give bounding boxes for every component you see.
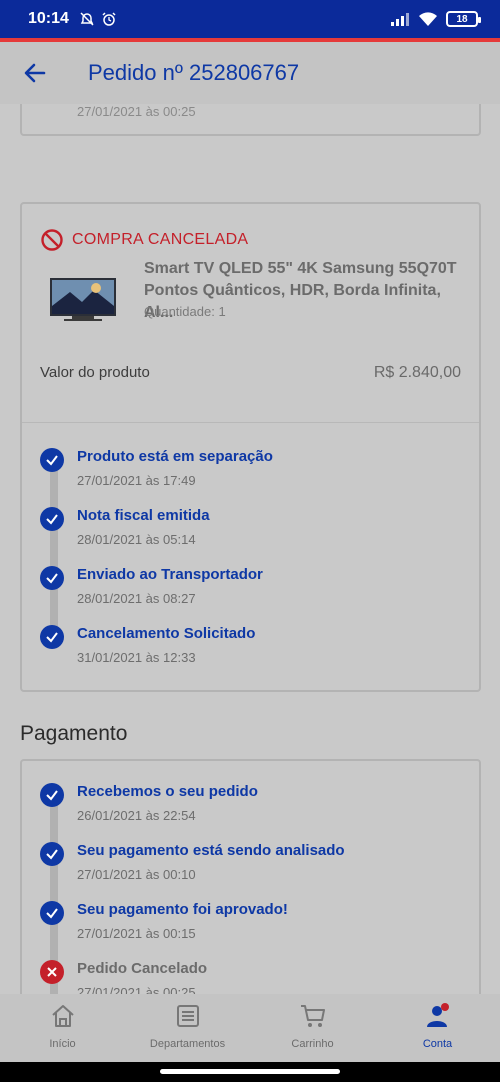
check-circle-icon [40,783,64,807]
product-image[interactable] [50,276,116,324]
previous-card: 27/01/2021 às 00:25 [20,104,481,136]
signal-icon [391,13,409,26]
step-date: 28/01/2021 às 08:27 [77,591,196,606]
product-name-line-1: Smart TV QLED 55" 4K Samsung 55Q70T [144,260,457,277]
cart-icon [300,1005,325,1027]
gesture-bar [0,1062,500,1082]
check-circle-icon [40,507,64,531]
step-title: Recebemos o seu pedido [77,783,258,800]
step-title: Enviado ao Transportador [77,566,263,583]
step-title: Seu pagamento foi aprovado! [77,901,288,918]
timeline-step: Produto está em separação 27/01/2021 às 1… [40,448,273,488]
step-title: Seu pagamento está sendo analisado [77,842,345,859]
alarm-off-icon [80,12,94,26]
step-date: 28/01/2021 às 05:14 [77,532,196,547]
nav-item-departamentos[interactable]: Departamentos [125,994,250,1062]
step-title: Pedido Cancelado [77,960,208,977]
check-circle-icon [40,842,64,866]
payment-card: Recebemos o seu pedido 26/01/2021 às 22:5… [20,759,481,994]
payment-timeline: Recebemos o seu pedido 26/01/2021 às 22:5… [40,783,469,994]
check-circle-icon [40,625,64,649]
home-icon [51,1005,74,1027]
nav-label: Departamentos [149,1038,226,1050]
step-title: Nota fiscal emitida [77,507,210,524]
nav-item-carrinho[interactable]: Carrinho [250,994,375,1062]
price-label: Valor do produto [40,364,150,381]
nav-label: Conta [422,1038,453,1050]
nav-label: Carrinho [291,1038,334,1050]
user-icon [426,1003,449,1027]
check-circle-icon [40,901,64,925]
cancel-circle-icon [41,229,63,251]
step-date: 27/01/2021 às 00:25 [77,985,196,994]
page-title: Pedido nº 252806767 [88,60,300,85]
previous-card-date: 27/01/2021 às 00:25 [77,104,196,119]
nav-item-conta[interactable]: Conta [375,994,500,1062]
home-indicator[interactable] [160,1069,340,1074]
bottom-nav: Início Departamentos Carrinho Conta [0,994,500,1062]
status-bar: 10:14 18 [0,0,500,38]
timeline-step: Seu pagamento foi aprovado! 27/01/2021 às… [40,901,288,941]
payment-section-title: Pagamento [20,722,128,745]
step-date: 27/01/2021 às 00:10 [77,867,196,882]
step-date: 27/01/2021 às 17:49 [77,473,196,488]
order-status-label: COMPRA CANCELADA [72,231,249,248]
status-time: 10:14 [28,10,69,27]
step-date: 27/01/2021 às 00:15 [77,926,196,941]
price-value: R$ 2.840,00 [373,364,461,381]
arrow-left-icon [24,63,46,83]
check-circle-icon [40,448,64,472]
list-icon [176,1005,199,1027]
nav-item-inicio[interactable]: Início [0,994,125,1062]
timeline-step: Pedido Cancelado 27/01/2021 às 00:25 [40,960,207,994]
alarm-clock-icon [102,12,116,26]
order-card: COMPRA CANCELADA Smart TV QLED 55" 4K Sa… [20,202,481,692]
check-circle-icon [40,566,64,590]
timeline-step: Nota fiscal emitida 28/01/2021 às 05:14 [40,507,210,547]
step-date: 31/01/2021 às 12:33 [77,650,196,665]
content-scroll[interactable]: 27/01/2021 às 00:25 COMPRA CANCELADA Sma… [0,104,500,994]
timeline-step: Recebemos o seu pedido 26/01/2021 às 22:5… [40,783,258,823]
step-title: Cancelamento Solicitado [77,625,256,642]
timeline-step: Cancelamento Solicitado 31/01/2021 às 12:… [40,625,255,665]
step-title: Produto está em separação [77,448,273,465]
timeline-step: Enviado ao Transportador 28/01/2021 às 08… [40,566,263,606]
product-quantity: Quantidade: 1 [144,304,226,319]
timeline-step: Seu pagamento está sendo analisado 27/01/… [40,842,345,882]
battery-indicator: 18 [446,11,481,27]
order-status: COMPRA CANCELADA [40,228,248,252]
order-timeline: Produto está em separação 27/01/2021 às 1… [40,448,469,678]
nav-label: Início [49,1038,76,1050]
wifi-icon [419,12,437,26]
price-row: Valor do produto R$ 2.840,00 [40,364,461,382]
x-circle-icon [40,960,64,984]
back-button[interactable] [0,42,70,104]
app-header: Pedido nº 252806767 [0,42,500,104]
step-date: 26/01/2021 às 22:54 [77,808,196,823]
divider [22,422,479,423]
